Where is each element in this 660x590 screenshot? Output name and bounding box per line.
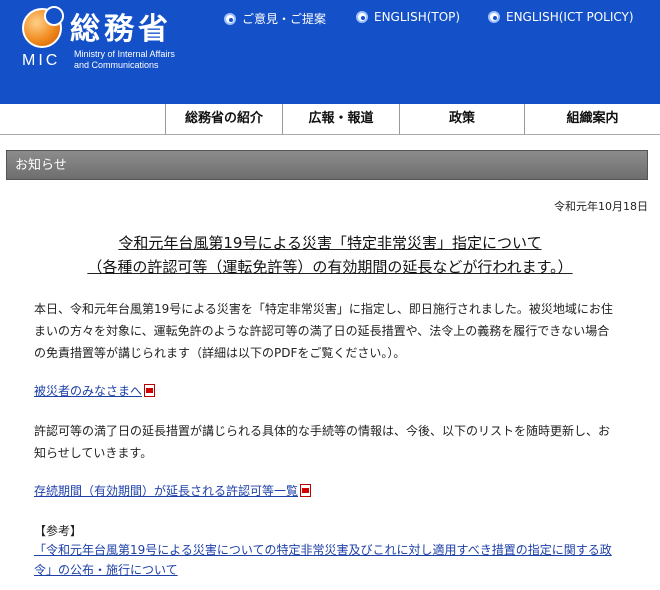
notice-paragraph-1: 本日、令和元年台風第19号による災害を「特定非常災害」に指定し、即日施行されまし… — [34, 302, 613, 360]
english-top-label: ENGLISH(TOP) — [374, 10, 461, 24]
permits-list-link-label: 存続期間（有効期間）が延長される許認可等一覧 — [34, 484, 299, 498]
logo-en-line2: and Communications — [74, 60, 159, 70]
logo-title[interactable]: 総務省 — [70, 4, 172, 48]
victims-pdf-link[interactable]: 被災者のみなさまへ — [34, 382, 156, 399]
nav-item-organization[interactable]: 組織案内 — [524, 104, 660, 134]
notice-title-line2: （各種の許認可等（運転免許等）の有効期間の延長などが行われます。） — [87, 258, 573, 276]
logo-english-name: Ministry of Internal Affairs and Communi… — [74, 49, 175, 71]
radio-bullet-icon — [224, 12, 236, 25]
english-ict-label: ENGLISH(ICT POLICY) — [506, 10, 634, 24]
feedback-link[interactable]: ご意見・ご提案 — [224, 10, 326, 27]
radio-bullet-icon — [488, 11, 500, 23]
pdf-icon — [144, 384, 156, 397]
english-ict-link[interactable]: ENGLISH(ICT POLICY) — [488, 10, 634, 24]
notice-title-line1: 令和元年台風第19号による災害「特定非常災害」指定について — [118, 234, 542, 252]
nav-item-policy[interactable]: 政策 — [399, 104, 524, 134]
feedback-link-label: ご意見・ご提案 — [242, 12, 327, 26]
mic-logo-icon[interactable] — [22, 6, 64, 48]
ordinance-link[interactable]: 「令和元年台風第19号による災害についての特定非常災害及びこれに対し適用すべき措… — [34, 540, 624, 580]
permits-list-pdf-link[interactable]: 存続期間（有効期間）が延長される許認可等一覧 — [34, 482, 312, 499]
reference-label: 【参考】 — [34, 524, 83, 538]
pdf-icon — [300, 484, 312, 497]
notice-paragraph-2: 許認可等の満了日の延長措置が講じられる具体的な手続等の情報は、今後、以下のリスト… — [34, 424, 611, 460]
logo-abbr: MIC — [22, 52, 61, 69]
nav-item-press[interactable]: 広報・報道 — [282, 104, 399, 134]
site-header: 総務省 MIC Ministry of Internal Affairs and… — [0, 0, 660, 104]
publish-date: 令和元年10月18日 — [554, 200, 648, 213]
logo-en-line1: Ministry of Internal Affairs — [74, 49, 175, 59]
nav-item-about[interactable]: 総務省の紹介 — [165, 104, 282, 134]
main-nav: 総務省の紹介 広報・報道 政策 組織案内 — [0, 104, 660, 135]
notice-heading-bar: お知らせ — [6, 150, 648, 180]
english-top-link[interactable]: ENGLISH(TOP) — [356, 10, 460, 24]
radio-bullet-icon — [356, 11, 368, 23]
victims-link-label: 被災者のみなさまへ — [34, 384, 143, 398]
